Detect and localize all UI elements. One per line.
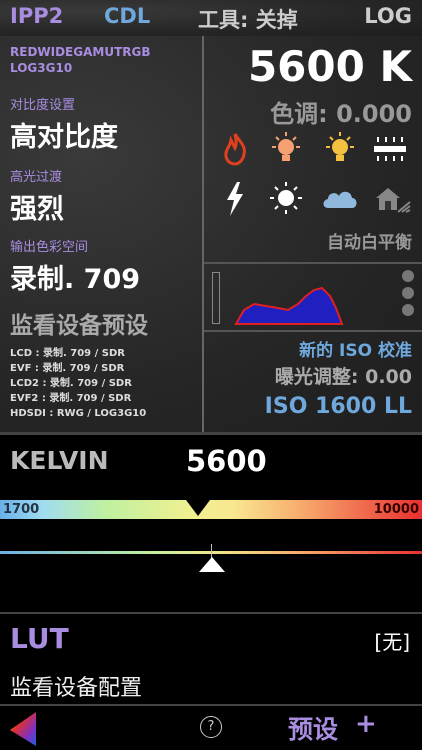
- gamma-line: LOG3G10: [10, 61, 73, 75]
- divider: [204, 330, 422, 332]
- output-value: 录制. 709: [10, 264, 141, 295]
- kelvin-label: KELVIN: [10, 446, 109, 475]
- sun-icon[interactable]: [268, 180, 304, 216]
- bulb-icon[interactable]: [268, 130, 304, 168]
- monitor-row-evf2: EVF2 : 录制. 709 / SDR: [10, 393, 132, 404]
- kelvin-slider-track[interactable]: [0, 500, 422, 519]
- tools-toggle[interactable]: 工具: 关掉: [198, 4, 298, 34]
- highlight-setting[interactable]: 高光过渡 强烈: [10, 166, 64, 226]
- monitor-config-label: 监看设备配置: [10, 676, 143, 701]
- tab-cdl[interactable]: CDL: [104, 4, 150, 28]
- shade-icon[interactable]: [372, 182, 412, 214]
- highlight-label: 高光过渡: [10, 170, 63, 185]
- tab-ipp2[interactable]: IPP2: [10, 4, 63, 28]
- kelvin-value: 5600: [186, 444, 267, 478]
- cloud-icon[interactable]: [320, 184, 360, 212]
- output-label: 输出色彩空间: [10, 240, 89, 255]
- highlight-value: 强烈: [10, 194, 64, 225]
- new-iso-calibration[interactable]: 新的 ISO 校准: [299, 336, 412, 361]
- kelvin-readout[interactable]: 5600 K: [248, 42, 412, 91]
- bulb-yellow-icon[interactable]: [322, 130, 358, 168]
- monitor-row-evf: EVF : 录制. 709 / SDR: [10, 363, 125, 374]
- monitor-row-hdsdi: HDSDI : RWG / LOG3G10: [10, 408, 147, 419]
- output-colorspace-setting[interactable]: 输出色彩空间 录制. 709: [10, 236, 140, 296]
- contrast-value: 高对比度: [10, 122, 118, 153]
- monitor-row-lcd: LCD : 录制. 709 / SDR: [10, 348, 125, 359]
- color-triangle-icon[interactable]: [6, 708, 42, 748]
- kelvin-slider-marker[interactable]: [186, 500, 210, 518]
- contrast-label: 对比度设置: [10, 98, 76, 113]
- fine-kelvin-handle[interactable]: [198, 556, 226, 574]
- bottom-bar: ? 预设 +: [0, 706, 422, 750]
- add-preset-button[interactable]: +: [355, 709, 377, 739]
- kelvin-min-label: 1700: [3, 502, 40, 517]
- histogram-graph: [234, 286, 344, 325]
- monitor-config-row[interactable]: 监看设备配置: [0, 664, 422, 706]
- fluorescent-icon[interactable]: [370, 134, 410, 164]
- contrast-setting[interactable]: 对比度设置 高对比度: [10, 94, 118, 154]
- exposure-adjust[interactable]: 曝光调整: 0.00: [275, 362, 412, 389]
- gamut-info[interactable]: REDWIDEGAMUTRGB LOG3G10: [10, 44, 151, 76]
- iso-readout[interactable]: ISO 1600 LL: [265, 394, 412, 419]
- monitor-presets[interactable]: 监看设备预设 LCD : 录制. 709 / SDR EVF : 录制. 709…: [10, 306, 148, 421]
- tab-log[interactable]: LOG: [364, 4, 412, 28]
- flame-icon[interactable]: [220, 132, 250, 166]
- histogram[interactable]: [204, 264, 422, 330]
- monitor-presets-title: 监看设备预设: [10, 313, 148, 339]
- kelvin-max-label: 10000: [373, 502, 419, 517]
- histogram-right-clip: [402, 270, 414, 324]
- lut-row[interactable]: LUT [无]: [0, 612, 422, 666]
- lut-label: LUT: [10, 622, 69, 655]
- help-button[interactable]: ?: [200, 716, 222, 738]
- monitor-row-lcd2: LCD2 : 录制. 709 / SDR: [10, 378, 132, 389]
- flash-icon[interactable]: [222, 180, 248, 218]
- auto-white-balance-button[interactable]: 自动白平衡: [327, 228, 412, 253]
- presets-button[interactable]: 预设: [288, 710, 338, 746]
- histogram-left-clip: [212, 272, 220, 324]
- top-bar: IPP2 CDL 工具: 关掉 LOG: [0, 0, 422, 38]
- divider: [202, 36, 204, 432]
- lut-value: [无]: [374, 630, 410, 654]
- tint-readout[interactable]: 色调: 0.000: [270, 94, 412, 129]
- gamut-line: REDWIDEGAMUTRGB: [10, 45, 151, 59]
